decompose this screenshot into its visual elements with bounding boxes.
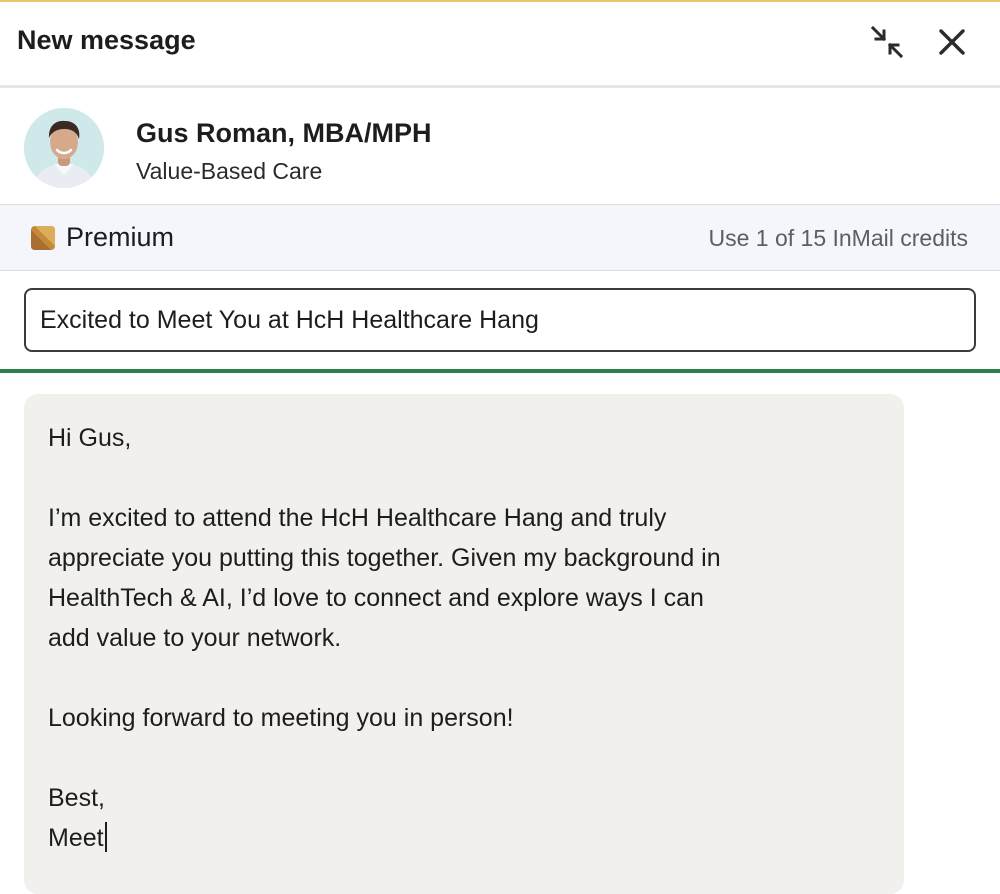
dialog-header: New message bbox=[0, 2, 1000, 88]
dialog-title: New message bbox=[17, 25, 196, 55]
inmail-credits-text: Use 1 of 15 InMail credits bbox=[708, 225, 968, 251]
subject-input[interactable] bbox=[24, 288, 976, 352]
avatar-photo bbox=[24, 108, 104, 188]
premium-label: Premium bbox=[66, 222, 175, 252]
close-icon bbox=[939, 29, 965, 55]
message-signoff: Best, bbox=[48, 784, 105, 812]
premium-icon bbox=[31, 226, 55, 250]
minimize-button[interactable] bbox=[865, 20, 909, 64]
minimize-arrows-icon bbox=[870, 25, 904, 59]
premium-bar: Premium Use 1 of 15 InMail credits bbox=[0, 205, 1000, 271]
avatar[interactable] bbox=[24, 108, 104, 188]
recipient-card: Gus Roman, MBA/MPH Value-Based Care bbox=[0, 91, 1000, 205]
message-signature-line: Meet bbox=[48, 818, 880, 858]
message-paragraph-2: Looking forward to meeting you in person… bbox=[48, 704, 514, 732]
message-greeting: Hi Gus, bbox=[48, 424, 132, 452]
subject-field-wrapper bbox=[24, 288, 976, 352]
recipient-name[interactable]: Gus Roman, MBA/MPH bbox=[136, 118, 432, 149]
message-signature: Meet bbox=[48, 824, 104, 852]
close-button[interactable] bbox=[930, 20, 974, 64]
focus-divider bbox=[0, 369, 1000, 373]
message-paragraph-1: I’m excited to attend the HcH Healthcare… bbox=[48, 504, 721, 652]
message-body-field[interactable]: Hi Gus, I’m excited to attend the HcH He… bbox=[24, 394, 904, 894]
text-cursor bbox=[104, 822, 107, 852]
recipient-headline: Value-Based Care bbox=[136, 158, 323, 184]
